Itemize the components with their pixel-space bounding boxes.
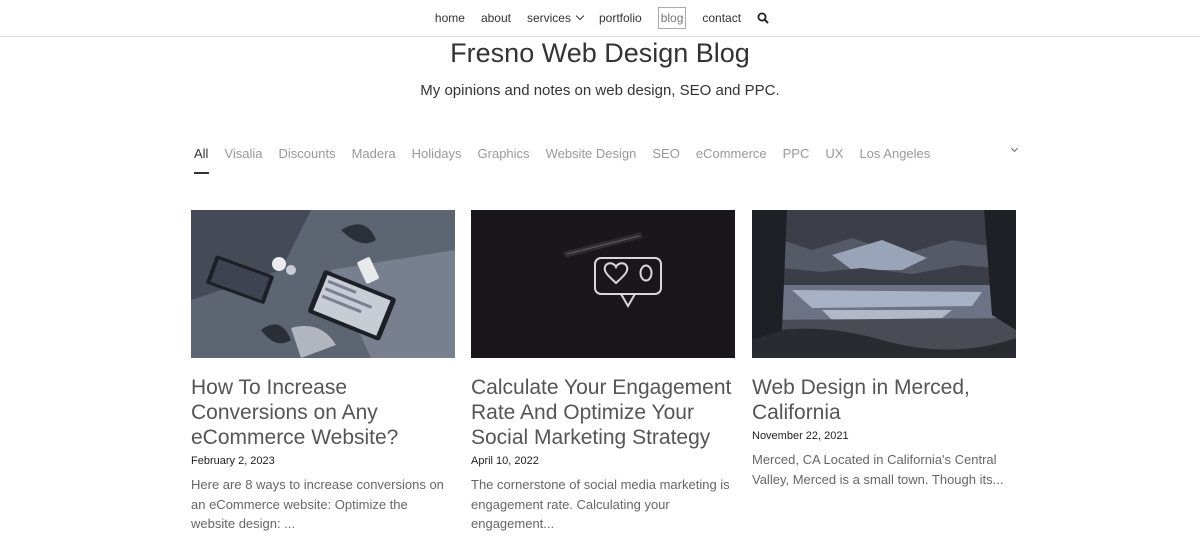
filter-madera[interactable]: Madera: [352, 145, 412, 175]
chevron-down-icon: [575, 11, 585, 21]
filter-seo[interactable]: SEO: [652, 145, 695, 175]
nav-about-label: about: [480, 11, 511, 25]
post-thumbnail-desk[interactable]: [191, 210, 455, 358]
post-date: February 2, 2023: [191, 455, 275, 467]
nav-portfolio[interactable]: portfolio: [591, 8, 650, 28]
filter-graphics[interactable]: Graphics: [478, 145, 546, 175]
nav-blog[interactable]: blog: [650, 7, 695, 29]
nav-home-label: home: [434, 11, 465, 25]
nav-services[interactable]: services: [519, 8, 591, 28]
post-title[interactable]: How To Increase Conversions on Any eComm…: [191, 375, 455, 450]
nav-about[interactable]: about: [473, 8, 519, 28]
post-thumbnail-lake-valley[interactable]: [752, 210, 1016, 358]
nav-services-label: services: [526, 11, 571, 25]
filter-ecommerce[interactable]: eCommerce: [696, 145, 783, 175]
post-card: How To Increase Conversions on Any eComm…: [191, 210, 455, 534]
nav-home[interactable]: home: [427, 8, 473, 28]
filter-los-angeles[interactable]: Los Angeles: [859, 145, 946, 175]
search-icon[interactable]: [753, 8, 773, 28]
post-excerpt: The cornerstone of social media marketin…: [471, 477, 730, 531]
filter-ppc[interactable]: PPC: [783, 145, 826, 175]
nav-contact-label: contact: [702, 11, 742, 25]
post-excerpt: Here are 8 ways to increase conversions …: [191, 477, 444, 531]
nav-portfolio-label: portfolio: [598, 11, 642, 25]
filter-all[interactable]: All: [194, 145, 224, 175]
post-card: Calculate Your Engagement Rate And Optim…: [471, 210, 735, 534]
post-title[interactable]: Web Design in Merced, California: [752, 375, 1016, 425]
page-subtitle: My opinions and notes on web design, SEO…: [420, 82, 780, 99]
post-date: November 22, 2021: [752, 430, 849, 442]
post-thumbnail-neon-heart[interactable]: [471, 210, 735, 358]
post-title[interactable]: Calculate Your Engagement Rate And Optim…: [471, 375, 735, 450]
post-excerpt: Merced, CA Located in California's Centr…: [752, 452, 1004, 487]
page-title: Fresno Web Design Blog: [450, 38, 750, 68]
filter-discounts[interactable]: Discounts: [279, 145, 352, 175]
post-card: Web Design in Merced, California Novembe…: [752, 210, 1016, 489]
filter-website-design[interactable]: Website Design: [546, 145, 653, 175]
nav-blog-label: blog: [657, 7, 687, 29]
filter-holidays[interactable]: Holidays: [412, 145, 478, 175]
filter-ux[interactable]: UX: [825, 145, 859, 175]
chevron-down-icon[interactable]: [1009, 144, 1019, 155]
category-filters: All Visalia Discounts Madera Holidays Gr…: [194, 145, 946, 175]
top-navigation: home about services portfolio blog conta…: [0, 0, 1200, 37]
post-date: April 10, 2022: [471, 455, 539, 467]
filter-visalia[interactable]: Visalia: [224, 145, 278, 175]
nav-contact[interactable]: contact: [694, 8, 749, 28]
